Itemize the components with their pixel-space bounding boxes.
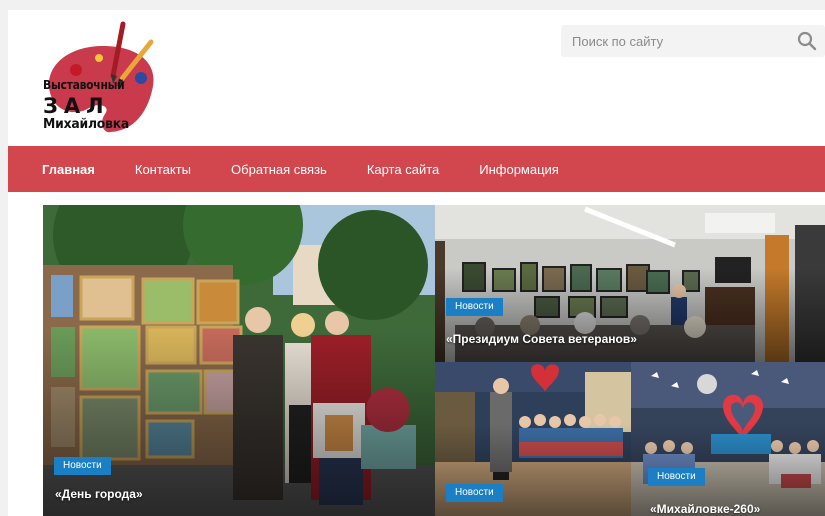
logo-line-1: Выставочный [43, 78, 125, 92]
news-tile-4[interactable]: Новости «Михайловке-260» [631, 362, 825, 516]
news-tile-2[interactable]: Новости «Президиум Совета ветеранов» [435, 205, 825, 362]
nav-item-feedback[interactable]: Обратная связь [231, 162, 327, 177]
site-logo[interactable]: Выставочный ЗАЛ Михайловка [41, 18, 163, 142]
page: Выставочный ЗАЛ Михайловка Главная Конта… [8, 10, 825, 516]
news-title-1[interactable]: «День города» [55, 487, 143, 501]
nav-item-contacts[interactable]: Контакты [135, 162, 191, 177]
nav-item-sitemap[interactable]: Карта сайта [367, 162, 439, 177]
search-button[interactable] [789, 25, 825, 57]
news-badge-2[interactable]: Новости [446, 298, 503, 316]
logo-line-2: ЗАЛ [43, 94, 110, 118]
search-box [561, 25, 825, 57]
nav-item-info[interactable]: Информация [479, 162, 559, 177]
news-badge-1[interactable]: Новости [54, 457, 111, 475]
search-input[interactable] [561, 25, 789, 57]
news-tile-3[interactable]: Новости [435, 362, 631, 516]
nav-item-home[interactable]: Главная [42, 162, 95, 177]
main-nav: Главная Контакты Обратная связь Карта са… [8, 146, 825, 192]
news-tile-1[interactable]: Новости «День города» [43, 205, 435, 516]
news-title-2[interactable]: «Президиум Совета ветеранов» [446, 332, 637, 346]
tile-3-shade [435, 423, 631, 516]
search-icon [797, 31, 817, 51]
news-badge-4[interactable]: Новости [648, 468, 705, 486]
logo-line-3: Михайловка [43, 117, 130, 132]
news-title-4[interactable]: «Михайловке-260» [650, 502, 760, 516]
news-badge-3[interactable]: Новости [446, 484, 503, 502]
